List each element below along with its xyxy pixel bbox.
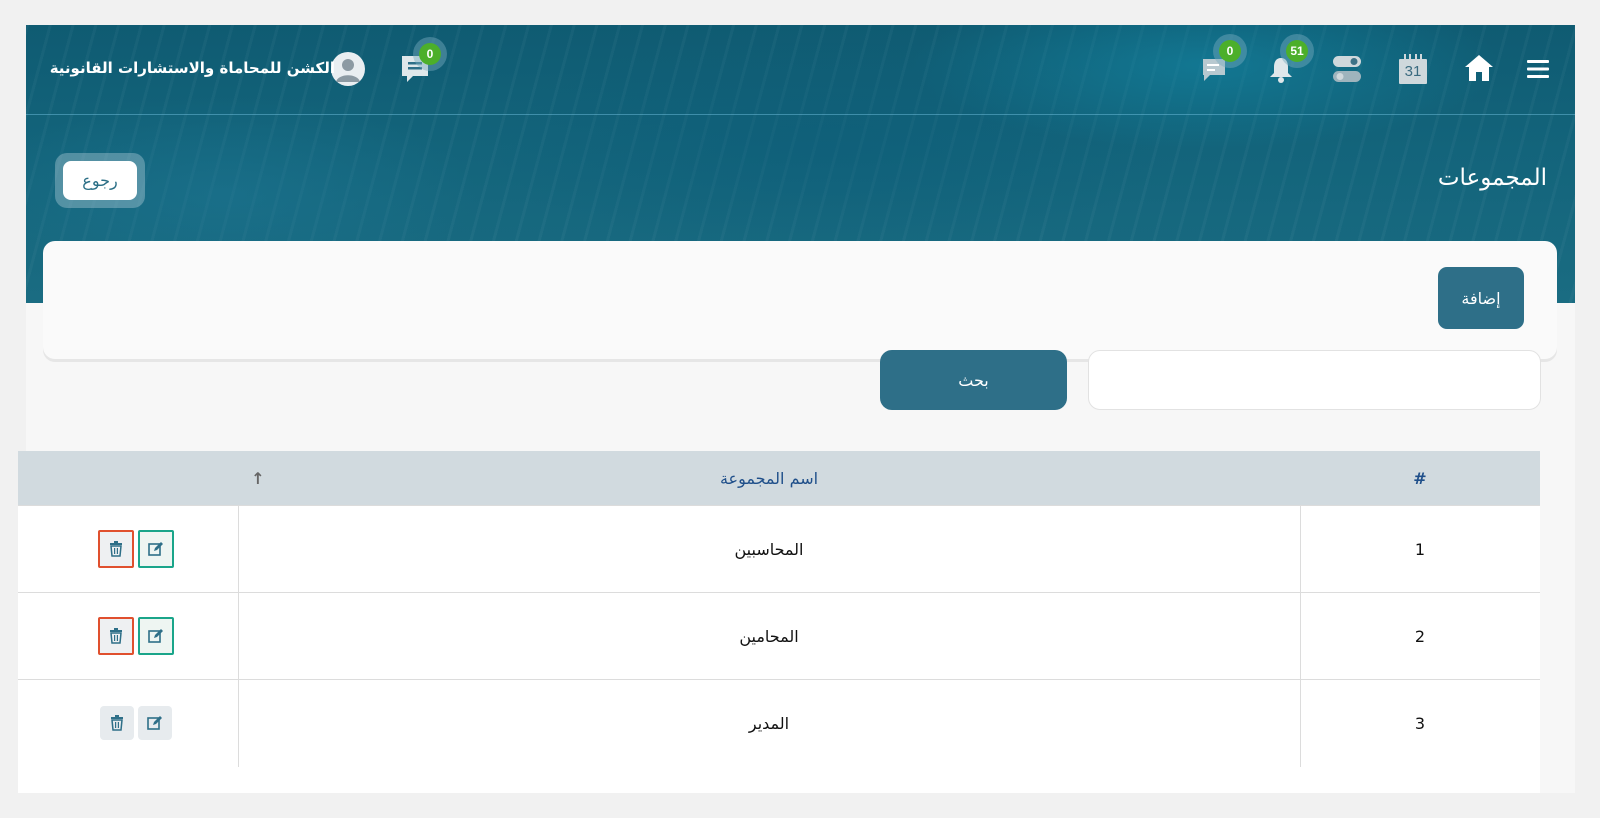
row-group-name: المحامين: [739, 626, 799, 646]
messages-count: 0: [1219, 40, 1241, 62]
column-header-name[interactable]: اسم المجموعة: [238, 451, 1300, 505]
top-navbar: 31 51 0 0 الكشن للمحاماة والاستشارات الق…: [26, 25, 1575, 115]
groups-table: # اسم المجموعة ↑ 1 المحاسبين 2 المحامين …: [18, 451, 1540, 793]
row-index: 2: [1414, 626, 1426, 646]
add-button[interactable]: إضافة: [1438, 267, 1524, 329]
row-group-name: المدير: [748, 713, 790, 733]
back-button-wrapper: رجوع: [55, 153, 145, 208]
edit-icon: [148, 542, 163, 556]
trash-icon: [110, 628, 122, 644]
page-bottom-margin: [0, 793, 1600, 818]
page-title: المجموعات: [1437, 165, 1547, 191]
home-icon[interactable]: [1463, 53, 1495, 83]
table-row: 2 المحامين: [18, 592, 1540, 680]
delete-button[interactable]: [98, 530, 134, 568]
table-row: 3 المدير: [18, 679, 1540, 793]
sort-arrow-icon[interactable]: ↑: [238, 451, 278, 505]
user-avatar[interactable]: [331, 52, 365, 86]
row-index: 3: [1414, 713, 1426, 733]
column-header-index[interactable]: #: [1300, 451, 1540, 505]
chat-badge: 0: [413, 37, 447, 71]
edit-button[interactable]: [138, 530, 174, 568]
trash-icon: [111, 715, 123, 731]
toggle-settings-icon[interactable]: [1331, 55, 1363, 83]
edit-button[interactable]: [138, 617, 174, 655]
table-row: 1 المحاسبين: [18, 505, 1540, 593]
calendar-icon[interactable]: 31: [1398, 53, 1428, 85]
delete-button[interactable]: [100, 706, 134, 740]
table-header: # اسم المجموعة ↑: [18, 451, 1540, 505]
notifications-count: 51: [1286, 40, 1308, 62]
row-index: 1: [1414, 539, 1426, 559]
search-button[interactable]: بحث: [880, 350, 1067, 410]
messages-badge: 0: [1213, 34, 1247, 68]
search-input[interactable]: [1088, 350, 1541, 410]
chat-count: 0: [419, 43, 441, 65]
delete-button[interactable]: [98, 617, 134, 655]
company-name: الكشن للمحاماة والاستشارات القانونية: [49, 59, 335, 77]
row-group-name: المحاسبين: [734, 539, 804, 559]
notifications-badge: 51: [1280, 34, 1314, 68]
trash-icon: [110, 541, 122, 557]
edit-icon: [148, 629, 163, 643]
edit-button[interactable]: [138, 706, 172, 740]
edit-icon: [147, 716, 162, 730]
calendar-day-label: 31: [1404, 63, 1422, 80]
back-button[interactable]: رجوع: [63, 161, 137, 200]
actions-card: إضافة: [43, 241, 1557, 359]
menu-icon[interactable]: [1526, 57, 1550, 81]
